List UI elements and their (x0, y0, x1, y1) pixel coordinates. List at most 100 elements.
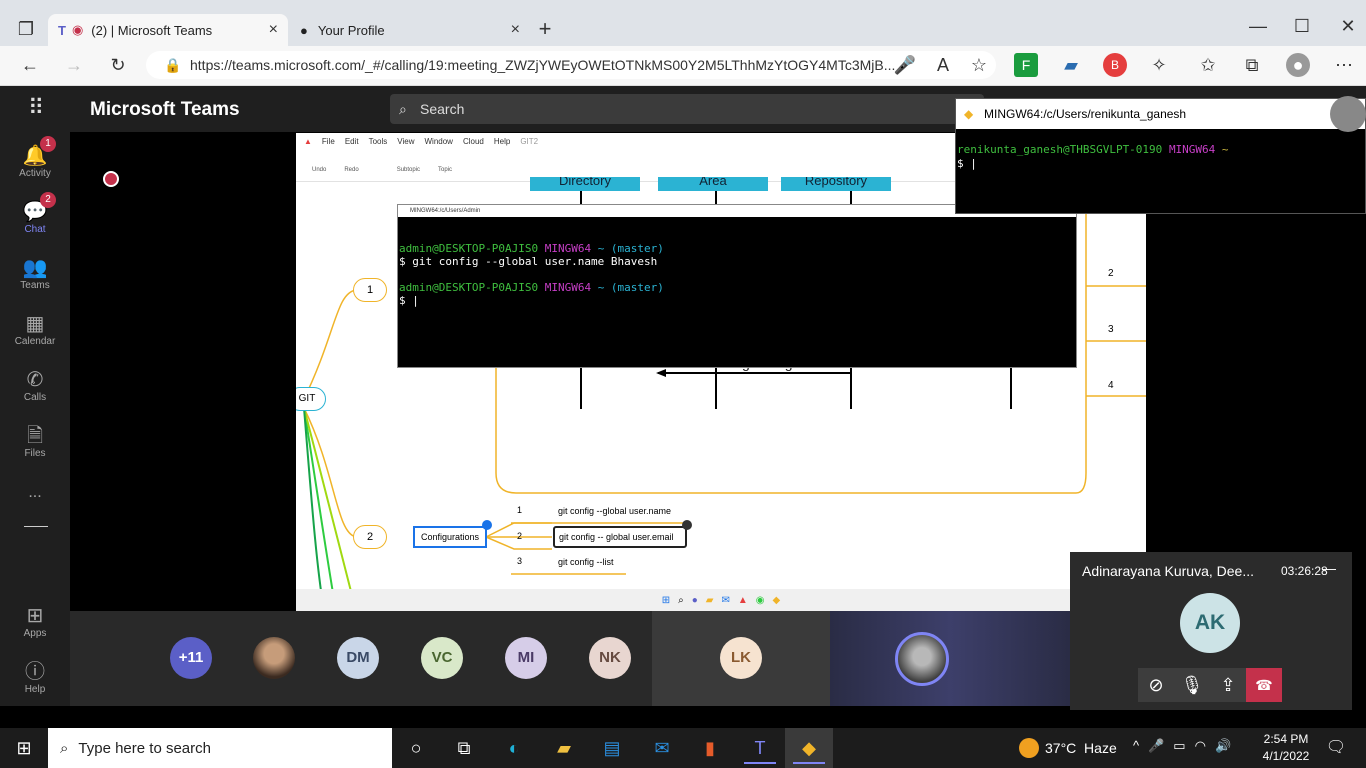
config-num-3: 3 (517, 556, 523, 566)
tray-icons[interactable]: ^ 🎤 ▭ ◠ 🔊 (1133, 738, 1231, 754)
overflow-participants[interactable]: +11 (170, 637, 212, 679)
rail-more[interactable]: ... (0, 484, 70, 502)
recording-dot-icon: ◉ (71, 22, 84, 37)
mingw-prompt-user: renikunta_ganesh@THBSGVLPT-0190 (957, 143, 1163, 156)
maximize-icon[interactable]: ☐ (1290, 14, 1314, 38)
extension-red-icon[interactable]: B (1103, 53, 1127, 77)
call-minimize-icon[interactable]: — (1322, 560, 1336, 576)
weather-icon (1019, 738, 1039, 758)
term-line2-sys: MINGW64 (544, 281, 592, 294)
node-1: 1 (353, 278, 387, 302)
remote-search-icon: ⌕ (678, 594, 684, 606)
new-tab-icon[interactable]: + (533, 17, 557, 41)
speaker-tile-video (830, 611, 1070, 706)
help-icon: ⓘ (25, 661, 45, 683)
chat-badge: 2 (40, 192, 56, 208)
close-window-icon[interactable]: ✕ (1336, 14, 1360, 38)
rail-help[interactable]: ⓘ Help (0, 660, 70, 695)
weather-text[interactable]: 37°C Haze (1045, 740, 1117, 756)
collections-icon[interactable]: ⧉ (1240, 53, 1264, 77)
mingw-window[interactable]: ◆ MINGW64:/c/Users/renikunta_ganesh reni… (955, 98, 1366, 214)
mingw-titlebar[interactable]: ◆ MINGW64:/c/Users/renikunta_ganesh (956, 99, 1365, 129)
rail-calls[interactable]: ✆ Calls (0, 368, 70, 403)
office-icon[interactable]: ▮ (694, 732, 726, 764)
participant-nk[interactable]: NK (589, 637, 631, 679)
term-line1-user: admin@DESKTOP-P0AJIS0 (399, 242, 539, 255)
url-text: https://teams.microsoft.com/_#/calling/1… (190, 57, 896, 73)
rail-calendar[interactable]: ▦ Calendar (0, 312, 70, 347)
tab-profile[interactable]: ● Your Profile × (290, 14, 530, 46)
participant-photo[interactable] (253, 637, 295, 679)
favorites-icon[interactable]: ✩ (1196, 53, 1220, 77)
address-input[interactable]: 🔒 https://teams.microsoft.com/_#/calling… (146, 51, 996, 79)
git-taskbar-icon[interactable]: ◆ (793, 732, 825, 764)
hangup-button[interactable]: ☎ (1246, 668, 1282, 702)
remote-xmind-icon: ▲ (737, 594, 748, 606)
minimize-icon[interactable]: — (1246, 14, 1270, 38)
participant-vc[interactable]: VC (421, 637, 463, 679)
rail-calendar-label: Calendar (14, 336, 56, 347)
profile-icon[interactable]: ● (1286, 53, 1310, 77)
participant-lk[interactable]: LK (720, 637, 762, 679)
camera-off-icon[interactable]: ⊘ (1144, 673, 1168, 697)
back-icon[interactable]: ← (18, 53, 42, 77)
task-view-icon[interactable]: ⧉ (448, 732, 480, 764)
menu-icon[interactable]: ⋯ (1332, 53, 1356, 77)
call-name: Adinarayana Kuruva, Dee... (1082, 563, 1254, 579)
github-icon: ● (300, 22, 308, 38)
close-icon[interactable]: × (269, 21, 278, 39)
call-window[interactable]: Adinarayana Kuruva, Dee... 03:26:28 — AK… (1070, 552, 1352, 710)
microphone-icon[interactable]: 🎤 (893, 53, 917, 77)
mingw-prompt-sys: MINGW64 (1168, 143, 1216, 156)
battery-icon: ▭ (1173, 738, 1186, 753)
start-icon[interactable]: ⊞ (8, 732, 40, 764)
rail-apps[interactable]: ⊞ Apps (0, 604, 70, 639)
file-explorer-icon[interactable]: ▰ (548, 732, 580, 764)
share-screen-icon[interactable]: ⇪ (1216, 673, 1240, 697)
term-line1-dir: ~ (master) (597, 242, 664, 255)
search-input[interactable]: ⌕ Search (390, 94, 984, 124)
cortana-icon[interactable]: ○ (400, 732, 432, 764)
rail-chat-label: Chat (24, 224, 46, 235)
tab-teams[interactable]: T ◉ (2) | Microsoft Teams × (48, 14, 288, 46)
rail-teams[interactable]: 👥 Teams (0, 256, 70, 291)
teams-taskbar-icon[interactable]: T (744, 732, 776, 764)
avatar-partial (1330, 96, 1366, 132)
notification-icon[interactable]: 🗨 (1320, 732, 1352, 764)
chevron-up-icon[interactable]: ^ (1133, 738, 1139, 754)
favorite-add-icon[interactable]: ☆ (967, 53, 991, 77)
node-2: 2 (353, 525, 387, 549)
rail-chat[interactable]: 💬 2 Chat (0, 192, 70, 235)
active-speaker-avatar[interactable] (895, 632, 949, 686)
mail-icon[interactable]: ✉ (646, 732, 678, 764)
store-icon[interactable]: ▤ (596, 732, 628, 764)
extensions-icon[interactable]: ✧ (1147, 53, 1171, 77)
edge-icon[interactable]: ◐ (498, 732, 530, 764)
participant-mi[interactable]: MI (505, 637, 547, 679)
shared-terminal: MINGW64:/c/Users/Admin admin@DESKTOP-P0A… (397, 204, 1077, 368)
clock[interactable]: 2:54 PM 4/1/2022 (1258, 731, 1314, 765)
taskbar-search[interactable]: ⌕ Type here to search (48, 728, 392, 768)
read-aloud-icon[interactable]: A (931, 53, 955, 77)
tab-actions-icon[interactable]: ❐ (14, 17, 38, 41)
close-icon[interactable]: × (511, 21, 520, 39)
rail-help-label: Help (24, 684, 46, 695)
call-avatar: AK (1180, 593, 1240, 653)
rail-activity[interactable]: 🔔 1 Activity (0, 136, 70, 179)
extension-green-icon[interactable]: F (1014, 53, 1038, 77)
activity-badge: 1 (40, 136, 56, 152)
app-launcher-icon[interactable]: ⠿ (24, 96, 48, 120)
mingw-body[interactable]: renikunta_ganesh@THBSGVLPT-0190 MINGW64 … (956, 129, 1365, 171)
tab-profile-label: Your Profile (317, 22, 385, 38)
rail-files[interactable]: 🗎 Files (0, 424, 70, 459)
refresh-icon[interactable]: ↻ (106, 53, 130, 77)
hangup-icon: ☎ (1255, 677, 1273, 693)
node-handle-icon (482, 520, 492, 530)
config-num-2: 2 (517, 531, 523, 541)
lock-icon: 🔒 (164, 56, 182, 73)
participant-dm[interactable]: DM (337, 637, 379, 679)
extension-blue-icon[interactable]: ▰ (1059, 53, 1083, 77)
forward-icon[interactable]: → (62, 53, 86, 77)
node-configurations: Configurations (413, 526, 487, 548)
mic-off-icon[interactable]: 🎙 (1180, 673, 1204, 697)
